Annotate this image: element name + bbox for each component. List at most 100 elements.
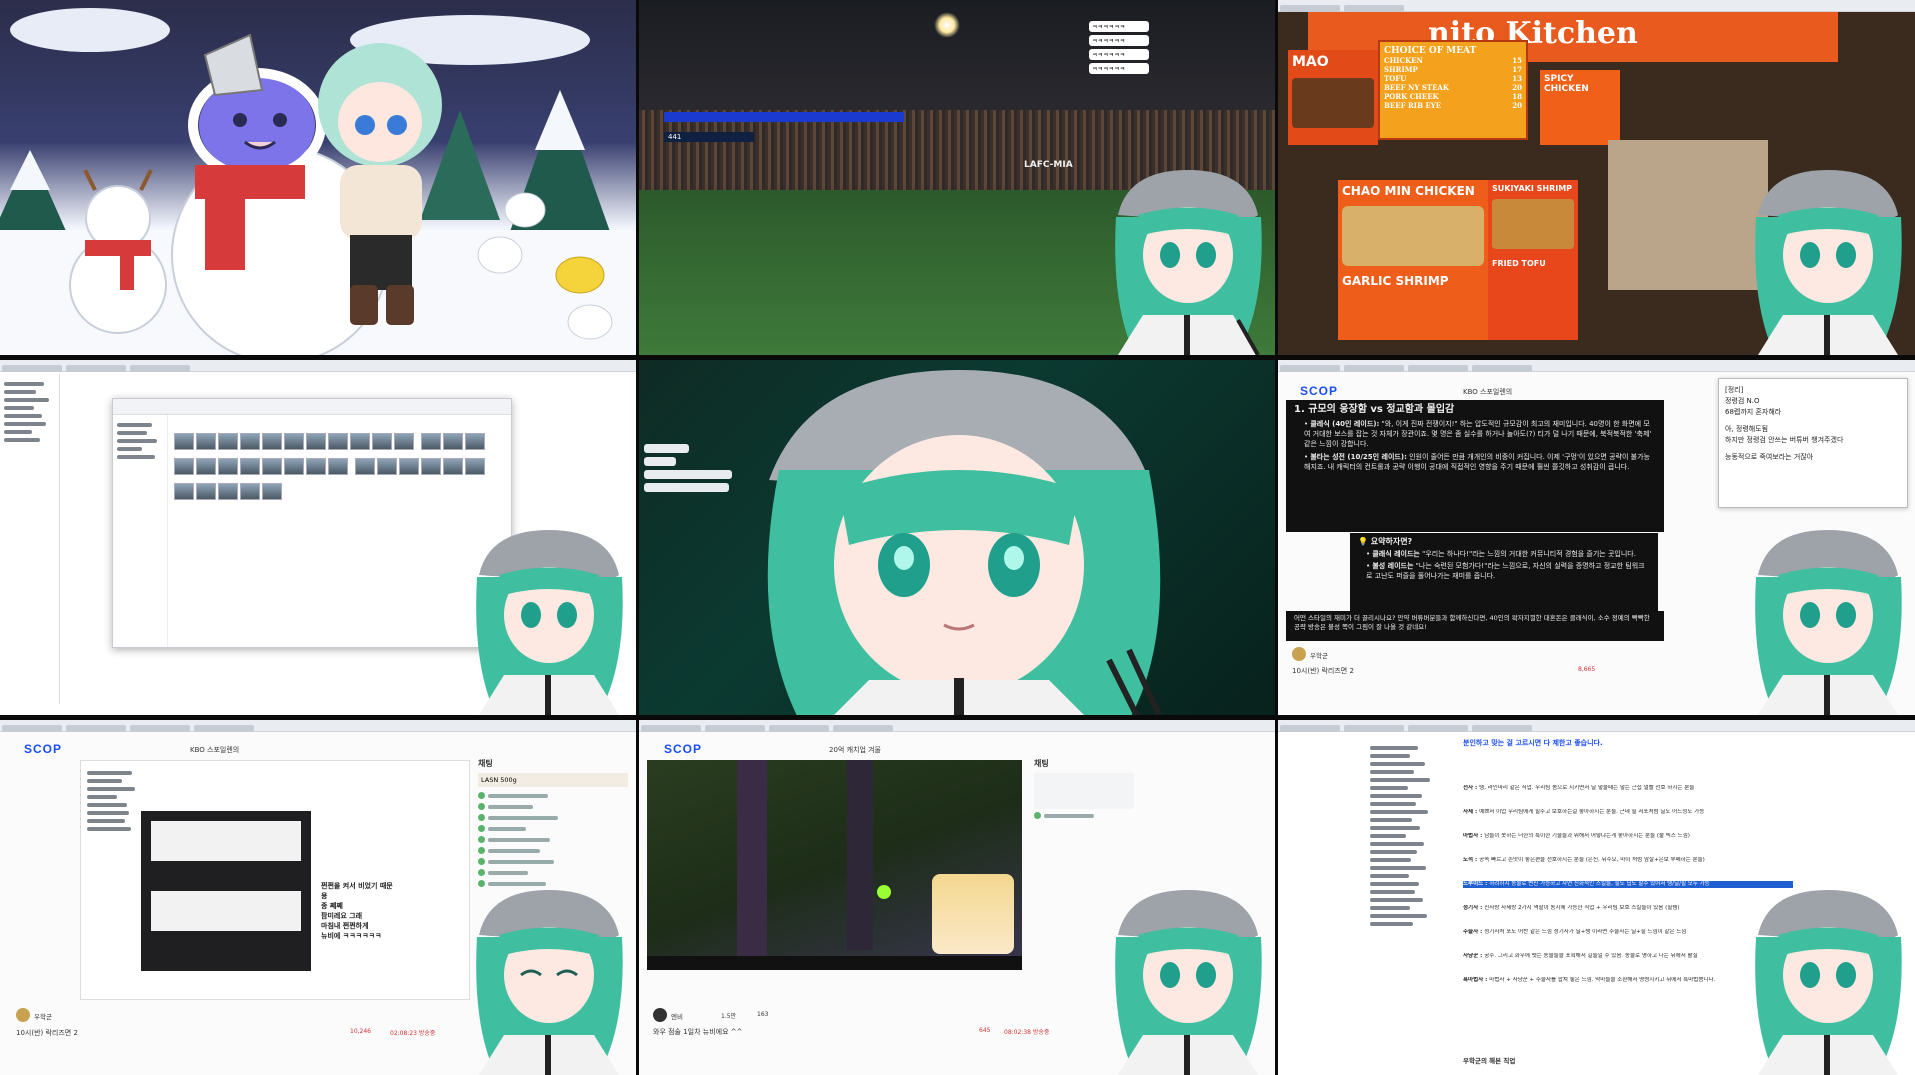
menu-item-price: 20 bbox=[1512, 83, 1522, 92]
explorer-window[interactable] bbox=[112, 398, 512, 648]
scoop-logo[interactable]: SCOP bbox=[24, 742, 62, 756]
tile-scoop-stream-chat[interactable]: SCOP KBO 스포일렌의 쩐쩐을 켜서 비었기 때문 용 종 쩨쩨 팜미레요… bbox=[0, 720, 636, 1075]
avatar[interactable] bbox=[1292, 647, 1306, 661]
guide-banner: 분인하고 맞는 걸 고르시면 다 제한고 좋습니다. bbox=[1463, 739, 1603, 747]
stream-grid: 441 LAFC-MIA ㅋㅋㅋㅋㅋㅋ ㅋㅋㅋㅋㅋㅋ ㅋㅋㅋㅋㅋㅋ ㅋㅋㅋㅋㅋㅋ… bbox=[0, 0, 1915, 1075]
stream-player[interactable]: 쩐쩐을 켜서 비었기 때문 용 종 쩨쩨 팜미레요 그래 마침내 쩐쩐하게 뉴비… bbox=[80, 760, 470, 1000]
class-desc: 마법사 + 사냥꾼 + 주술사를 합쳐 놓은 느낌. 악마들을 소환해서 명령시… bbox=[1489, 977, 1716, 983]
class-desc: 성기사처 포도 어찬 같은 느낌 성기사가 딜+탱 이라면 주술사는 딜+힐 느… bbox=[1484, 929, 1687, 935]
class-desc: 하려하지 동물로 변신 가능하고 자연 친화적인 스킬들, 힐도 딥도 할수 있… bbox=[1489, 881, 1710, 887]
summary-title: 💡 요약하자면? bbox=[1358, 537, 1413, 546]
streamer-name[interactable]: 엔비 bbox=[671, 1011, 683, 1021]
window-titlebar bbox=[1278, 0, 1915, 12]
class-desc: 궁수. 그리고 화우에 펫는 동물들을 포획해서 길들일 수 있음. 동물로 명… bbox=[1484, 953, 1698, 959]
explorer-nav bbox=[113, 415, 168, 647]
card-fried-tofu-label: FRIED TOFU bbox=[1492, 259, 1546, 268]
streamer-name[interactable]: 우학군 bbox=[34, 1011, 52, 1021]
like-count[interactable]: 1.5만 bbox=[721, 1011, 736, 1020]
overlay-line: 종 쩨쩨 bbox=[321, 902, 343, 910]
bullet-label: 클레식 (40인 레이드): bbox=[1310, 420, 1380, 428]
notepad-window[interactable]: [정리] 정령검 N.O 68렙까지 혼자해라 아, 정령해도됨 하지만 정령검… bbox=[1718, 378, 1908, 508]
tile-scoop-article[interactable]: SCOP KBO 스포일렌의 1. 규모의 웅장함 vs 정교함과 몰입감 • … bbox=[1278, 360, 1915, 715]
summary-text: "우리는 하나다!"라는 느낌의 거대한 커뮤니티적 경험을 즐기는 곳입니다. bbox=[1422, 550, 1636, 558]
winter-scene-art bbox=[0, 8, 636, 355]
note-line: 정령검 N.O bbox=[1725, 397, 1760, 405]
chat-title: 채팅 bbox=[1034, 759, 1049, 768]
card-mao-label: MAO bbox=[1292, 54, 1329, 70]
stream-title: 10시(반) 락리즈면 2 bbox=[16, 1029, 78, 1037]
menu-item-name: TOFU bbox=[1384, 74, 1407, 83]
avatar[interactable] bbox=[16, 1008, 30, 1022]
scoop-logo[interactable]: SCOP bbox=[664, 742, 702, 756]
vtuber-avatar bbox=[476, 890, 623, 1075]
chat-bubble: ㅋㅋㅋㅋㅋㅋ bbox=[1089, 35, 1149, 46]
tile-file-explorer[interactable] bbox=[0, 360, 636, 715]
card-mao: MAO bbox=[1288, 50, 1378, 145]
note-line: 능동적으로 죽여보라는 거잖아 bbox=[1725, 453, 1814, 461]
menu-board: CHOICE OF MEAT CHICKEN 15 SHRIMP 17 TOFU 13 BE… bbox=[1378, 40, 1528, 140]
dark-dialog[interactable] bbox=[141, 811, 311, 971]
overlay-line: 마침내 쩐쩐하게 bbox=[321, 922, 369, 930]
menu-item-name: BEEF RIB EYE bbox=[1384, 101, 1442, 110]
menu-item: TOFU 13 bbox=[1384, 74, 1522, 83]
class-line: 사제 : 예쁘서 이업 우리팀에게 힐주고 보호하는걸 좋아하시는 분들. 근데… bbox=[1463, 809, 1793, 816]
summary-label: 불성 레이드는 bbox=[1372, 562, 1414, 570]
summary-panel: 💡 요약하자면? • 클래식 레이드는 "우리는 하나다!"라는 느낌의 거대한… bbox=[1350, 533, 1658, 611]
stream-time: 08:02:38 방송중 bbox=[1004, 1029, 1050, 1036]
closing-text: 어떤 스타일의 재미가 더 끌리시나요? 만약 버튜버분들과 함께하신다면, 4… bbox=[1286, 611, 1664, 641]
menu-item: SHRIMP 17 bbox=[1384, 65, 1522, 74]
tile-class-guide[interactable]: 분인하고 맞는 걸 고르시면 다 제한고 좋습니다. 전사 : 탱, 라인마리 … bbox=[1278, 720, 1915, 1075]
class-name: 흑마법사 : bbox=[1463, 977, 1490, 983]
answer-bullet: • 클레식 (40인 레이드): "와, 이게 진짜 전쟁이지!" 하는 압도적… bbox=[1304, 420, 1652, 448]
card-spicy: SPICY CHICKEN bbox=[1540, 70, 1620, 145]
viewer-count: 8,665 bbox=[1578, 666, 1596, 673]
summary-item: • 클래식 레이드는 "우리는 하나다!"라는 느낌의 거대한 커뮤니티적 경험… bbox=[1366, 550, 1636, 558]
menu-item-price: 20 bbox=[1512, 101, 1522, 110]
bullet-label: 불타는 성전 (10/25인 레이드): bbox=[1310, 453, 1407, 461]
streamer-name[interactable]: 우학군 bbox=[1310, 650, 1328, 660]
menu-item-price: 15 bbox=[1512, 56, 1522, 65]
led-board bbox=[664, 112, 904, 122]
guide-footer: 우학군의 해본 직업 bbox=[1463, 1057, 1516, 1065]
scoop-logo[interactable]: SCOP bbox=[1300, 384, 1338, 398]
tile-soccer-stream[interactable]: 441 LAFC-MIA ㅋㅋㅋㅋㅋㅋ ㅋㅋㅋㅋㅋㅋ ㅋㅋㅋㅋㅋㅋ ㅋㅋㅋㅋㅋㅋ bbox=[639, 0, 1275, 355]
viewer-count: 10,246 bbox=[350, 1028, 371, 1035]
chat-title: 채팅 bbox=[478, 759, 493, 768]
class-line: 도적 : 공속 빠르고 손맛이 좋은편을 선호하시는 분들 (은신, 뒤수오, … bbox=[1463, 857, 1793, 864]
avatar[interactable] bbox=[653, 1008, 667, 1022]
overlay-line: 뉴비에 ㅋㅋㅋㅋㅋㅋ bbox=[321, 932, 382, 940]
class-name: 드루이드 : bbox=[1463, 881, 1490, 887]
chat-bubble: ㅋㅋㅋㅋㅋㅋ bbox=[1089, 21, 1149, 32]
follow-count[interactable]: 163 bbox=[757, 1011, 768, 1018]
note-line: 68렙까지 혼자해라 bbox=[1725, 408, 1782, 416]
menu-heading: CHOICE OF MEAT bbox=[1384, 46, 1477, 56]
tile-winter-illustration[interactable] bbox=[0, 0, 636, 355]
browser-tabbar bbox=[0, 720, 636, 732]
menu-item-price: 13 bbox=[1512, 74, 1522, 83]
summary-label: 클래식 레이드는 bbox=[1372, 550, 1420, 558]
score-bug: 441 bbox=[664, 132, 754, 142]
game-viewport[interactable] bbox=[647, 760, 1022, 970]
menu-list: CHICKEN 15 SHRIMP 17 TOFU 13 BEEF NY STEAK 20 PO… bbox=[1384, 56, 1522, 110]
browser-tabbar bbox=[1278, 720, 1915, 732]
chat-messages bbox=[478, 791, 628, 888]
tile-food-stall[interactable]: nito Kitchen CHOICE OF MEAT CHICKEN 15 SHR… bbox=[1278, 0, 1915, 355]
menu-item: BEEF RIB EYE 20 bbox=[1384, 101, 1522, 110]
card-garlic-label: GARLIC SHRIMP bbox=[1342, 274, 1449, 288]
chat-overlay: ㅋㅋㅋㅋㅋㅋ ㅋㅋㅋㅋㅋㅋ ㅋㅋㅋㅋㅋㅋ ㅋㅋㅋㅋㅋㅋ bbox=[1089, 18, 1149, 77]
vtuber-avatar bbox=[1115, 170, 1262, 355]
class-desc: 진사랑 사제랑 2가지 역할이 동시에 가능한 직업 + 우리팀 보호 스킬들이… bbox=[1484, 905, 1680, 911]
menu-item: CHICKEN 15 bbox=[1384, 56, 1522, 65]
class-name: 성기사 : bbox=[1463, 905, 1485, 911]
class-name: 마법사 : bbox=[1463, 833, 1485, 839]
class-line: 마법사 : 남들이 못하는 너한의 특이한 기술들과 뭐해서 어떻냐는게 좋아하… bbox=[1463, 833, 1793, 840]
chat-bubble: ㅋㅋㅋㅋㅋㅋ bbox=[1089, 63, 1149, 74]
card-chao-min: CHAO MIN CHICKEN GARLIC SHRIMP bbox=[1338, 180, 1488, 340]
answer-panel: 1. 규모의 웅장함 vs 정교함과 몰입감 • 클레식 (40인 레이드): … bbox=[1286, 400, 1664, 532]
tile-avatar-closeup[interactable] bbox=[639, 360, 1275, 715]
card-sukiyaki: SUKIYAKI SHRIMP FRIED TOFU bbox=[1488, 180, 1578, 340]
menu-item: PORK CHEEK 18 bbox=[1384, 92, 1522, 101]
scoreboard-text: LAFC-MIA bbox=[1024, 160, 1073, 170]
tile-game-stream[interactable]: SCOP 20억 캐치업 겨울 채팅 엔비 1.5만 163 와우 점술 1일차… bbox=[639, 720, 1275, 1075]
chat-overlay bbox=[644, 440, 739, 496]
